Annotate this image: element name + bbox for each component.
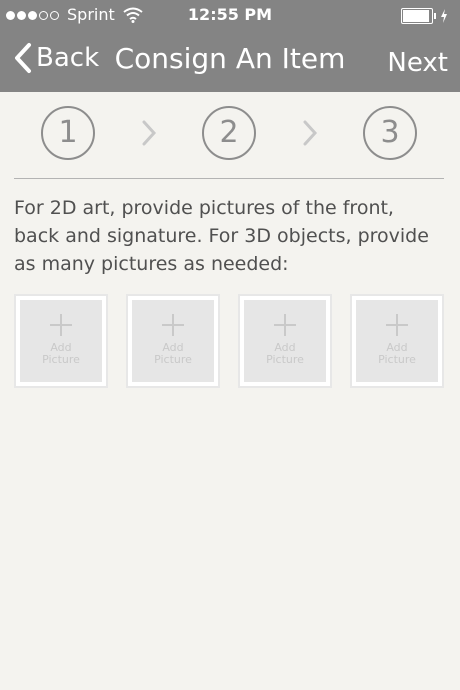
add-picture-button[interactable]: Add Picture [350, 294, 444, 388]
top-bar: Sprint 12:55 PM Back Consign An Item Nex [0, 0, 460, 92]
battery-fill [403, 10, 429, 22]
battery-body [401, 8, 433, 24]
picture-label: Picture [378, 353, 416, 366]
instructions-text: For 2D art, provide pictures of the fron… [14, 197, 429, 275]
step-1: 1 [41, 106, 95, 160]
back-label: Back [36, 43, 100, 73]
page-title: Consign An Item [114, 42, 346, 75]
status-bar: Sprint 12:55 PM [0, 0, 460, 30]
add-picture-tile: Add Picture [244, 300, 326, 382]
add-picture-tile: Add Picture [132, 300, 214, 382]
plus-icon [386, 314, 408, 336]
add-picture-tile: Add Picture [356, 300, 438, 382]
plus-icon [50, 314, 72, 336]
add-picture-tile: Add Picture [20, 300, 102, 382]
charging-bolt-icon [441, 9, 447, 23]
chevron-right-icon [303, 120, 318, 146]
plus-icon [274, 314, 296, 336]
battery-tip [434, 13, 436, 19]
picture-label: Picture [154, 353, 192, 366]
chevron-right-icon [142, 120, 157, 146]
battery-icon [401, 8, 448, 24]
divider [14, 178, 444, 179]
plus-icon [162, 314, 184, 336]
add-picture-button[interactable]: Add Picture [14, 294, 108, 388]
chevron-left-icon [15, 43, 31, 73]
picture-label: Picture [42, 353, 80, 366]
step-indicator: 1 2 3 [0, 100, 460, 170]
picture-slots: Add Picture Add Picture Add Picture Add … [14, 294, 446, 392]
picture-label: Picture [266, 353, 304, 366]
next-button[interactable]: Next [387, 48, 448, 78]
status-time: 12:55 PM [187, 5, 273, 24]
step-2: 2 [202, 106, 256, 160]
add-picture-button[interactable]: Add Picture [126, 294, 220, 388]
add-picture-button[interactable]: Add Picture [238, 294, 332, 388]
back-button[interactable]: Back [12, 42, 99, 74]
navigation-bar: Back Consign An Item Next [0, 30, 460, 92]
step-3: 3 [363, 106, 417, 160]
